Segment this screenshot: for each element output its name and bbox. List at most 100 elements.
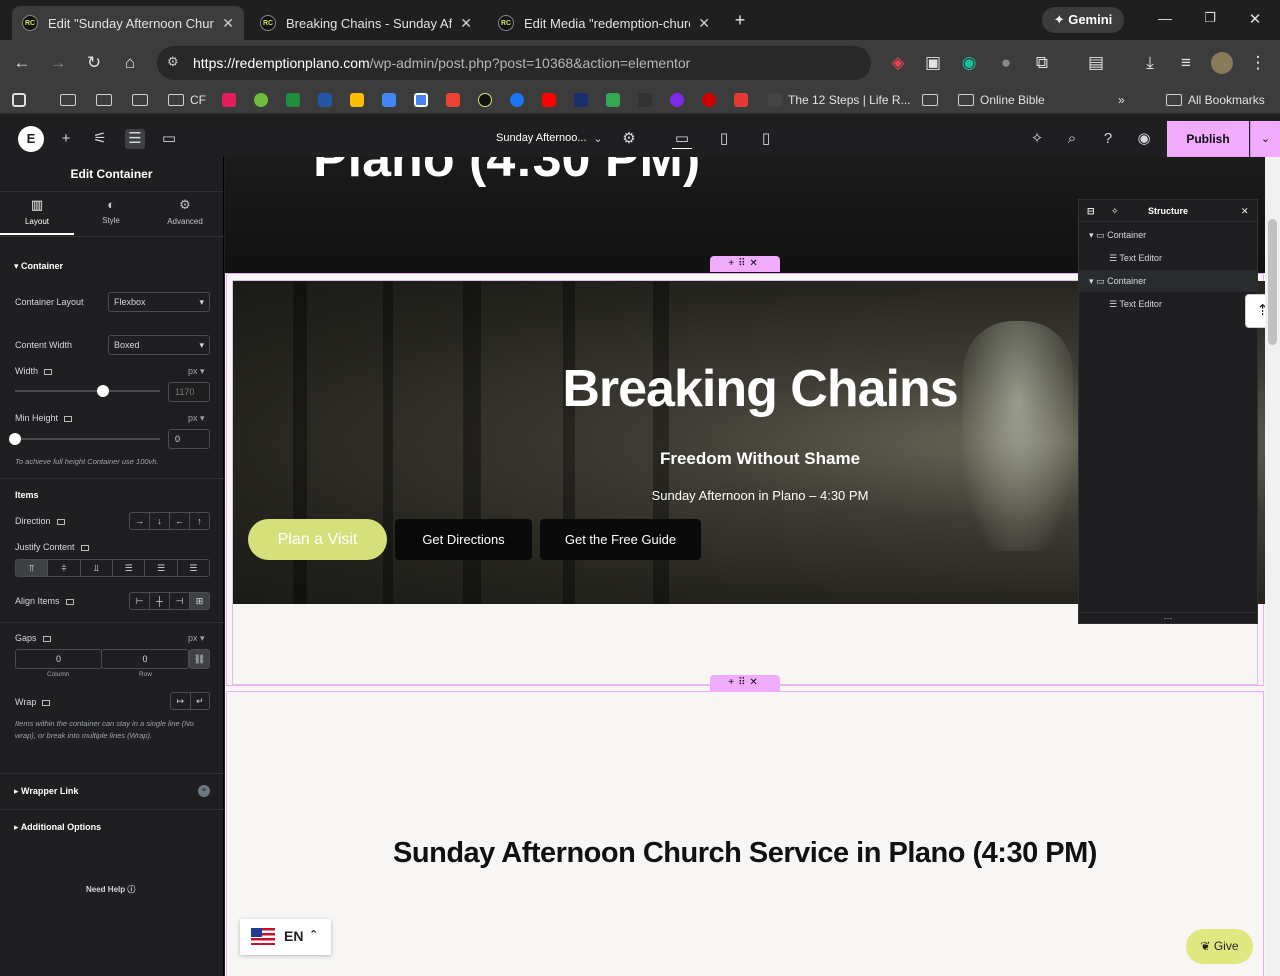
tab-breaking-chains[interactable]: RC Breaking Chains - Sunday Aftern ✕ [250, 6, 482, 40]
wrap-icon[interactable]: ↵ [191, 693, 210, 709]
structure-item-container[interactable]: ▾ ▭ Container [1079, 270, 1257, 292]
canvas-scrollbar[interactable] [1265, 157, 1280, 976]
structure-item-container[interactable]: ▾ ▭ Container [1079, 224, 1257, 246]
tablet-view-icon[interactable]: ▯ [714, 129, 734, 149]
wrap-buttons[interactable]: ↦ ↵ [170, 692, 210, 710]
section-wrapper-link[interactable]: ▸ Wrapper Link ≡ [0, 773, 224, 809]
bookmark-calendar[interactable] [414, 92, 428, 108]
bookmark-youtube[interactable] [542, 92, 556, 108]
delete-icon[interactable]: ✕ [749, 258, 761, 269]
width-slider-track[interactable] [15, 390, 160, 392]
preview-eye-icon[interactable]: ◉ [1134, 129, 1154, 149]
extension-r-icon[interactable]: ▣ [922, 52, 944, 74]
more-bookmarks-icon[interactable]: » [1118, 92, 1125, 108]
gap-row-input[interactable]: 0 [101, 649, 189, 669]
media-controls-icon[interactable]: ≡ [1175, 52, 1197, 74]
tab-advanced[interactable]: ⚙ Advanced [148, 197, 222, 235]
bookmark-slack[interactable] [222, 92, 236, 108]
justify-content-buttons[interactable]: ⫪ ⫩ ⫫ ☰ ☰ ☰ [15, 559, 210, 577]
scrollbar-thumb[interactable] [1268, 219, 1277, 345]
minimize-button[interactable]: — [1155, 10, 1175, 30]
chevron-down-icon[interactable]: ⌄ [588, 129, 608, 149]
bookmark-folder[interactable] [60, 92, 76, 108]
bookmark-folder-cf[interactable]: CF [168, 92, 206, 108]
section-additional-options[interactable]: ▸ Additional Options [0, 809, 224, 845]
gemini-button[interactable]: ✦ Gemini [1042, 7, 1124, 33]
section-container-toggle[interactable]: ▾ Container [14, 261, 63, 272]
min-height-slider-track[interactable] [15, 438, 160, 440]
pocket-icon[interactable]: ◈ [887, 52, 909, 74]
min-height-slider-handle[interactable] [9, 433, 21, 445]
ai-sparkle-icon[interactable]: ✧ [1027, 129, 1047, 149]
bookmark-keep[interactable] [350, 92, 364, 108]
bookmark-sheets[interactable] [286, 92, 300, 108]
link-gaps-icon[interactable]: ⛓ [189, 649, 210, 669]
close-icon[interactable]: ✕ [698, 15, 710, 32]
structure-item-text-editor[interactable]: ☰ Text Editor [1079, 247, 1257, 269]
new-tab-button[interactable]: + [730, 10, 750, 30]
drag-icon[interactable]: ⠿ [738, 677, 749, 688]
tab-edit-media[interactable]: RC Edit Media "redemption-church ✕ [488, 6, 720, 40]
apps-icon[interactable] [12, 92, 26, 108]
width-slider-handle[interactable] [97, 385, 109, 397]
notes-icon[interactable]: ▭ [159, 129, 179, 149]
publish-button[interactable]: Publish [1167, 121, 1249, 157]
align-items-buttons[interactable]: ⊢ ┼ ⊣ ⊞ [129, 592, 210, 610]
arrow-down-icon[interactable]: ↓ [150, 513, 170, 529]
structure-item-text-editor[interactable]: ☰ Text Editor [1079, 293, 1257, 315]
page-name[interactable]: Sunday Afternoo... [496, 132, 587, 144]
container-handle[interactable]: +⠿✕ [710, 675, 780, 691]
forward-icon[interactable]: → [47, 52, 69, 74]
bookmark-gmail[interactable] [446, 92, 460, 108]
address-bar[interactable]: ⚙ https://redemptionplano.com/wp-admin/p… [157, 46, 871, 80]
extensions-icon[interactable]: ⧉ [1031, 52, 1053, 74]
bookmark-online-bible[interactable]: Online Bible [958, 92, 1045, 108]
mobile-view-icon[interactable]: ▯ [756, 129, 776, 149]
give-button[interactable]: ❦ Give [1186, 929, 1253, 964]
close-icon[interactable]: ✕ [1241, 200, 1249, 222]
close-window-button[interactable]: ✕ [1245, 10, 1265, 30]
container-layout-select[interactable]: Flexbox [108, 292, 210, 312]
gaps-unit-select[interactable]: px ▾ [188, 633, 205, 644]
align-center-icon[interactable]: ┼ [150, 593, 170, 609]
justify-center-icon[interactable]: ⫩ [48, 560, 81, 576]
add-element-icon[interactable]: + [56, 129, 76, 149]
bookmark-red[interactable] [702, 92, 716, 108]
get-directions-button[interactable]: Get Directions [395, 519, 532, 560]
min-height-unit-select[interactable]: px ▾ [188, 413, 205, 424]
publish-options-chevron-icon[interactable]: ⌄ [1250, 121, 1280, 157]
help-icon[interactable]: ? [1098, 129, 1118, 149]
site-settings-icon[interactable]: ⚟ [90, 129, 110, 149]
width-unit-select[interactable]: px ▾ [188, 366, 205, 377]
bookmark-folder[interactable] [96, 92, 112, 108]
finder-search-icon[interactable]: ⌕ [1062, 129, 1082, 149]
bookmark-folder[interactable] [922, 92, 938, 108]
close-icon[interactable]: ✕ [460, 15, 472, 32]
min-height-input[interactable]: 0 [168, 429, 210, 449]
drag-icon[interactable]: ⠿ [738, 258, 749, 269]
direction-buttons[interactable]: → ↓ ← ↑ [129, 512, 210, 530]
bookmark-gloo[interactable] [254, 92, 268, 108]
site-info-icon[interactable]: ⚙ [167, 54, 179, 70]
delete-icon[interactable]: ✕ [749, 677, 761, 688]
ai-sparkle-icon[interactable]: ✧ [1111, 200, 1119, 222]
plan-visit-button[interactable]: Plan a Visit [248, 519, 387, 560]
align-start-icon[interactable]: ⊢ [130, 593, 150, 609]
bookmark-church[interactable] [318, 92, 332, 108]
justify-space-between-icon[interactable]: ☰ [113, 560, 146, 576]
grammarly-icon[interactable]: ◉ [958, 52, 980, 74]
restore-button[interactable]: ❐ [1200, 10, 1220, 30]
arrow-up-icon[interactable]: ↑ [190, 513, 209, 529]
bookmark-12-steps[interactable]: The 12 Steps | Life R... [768, 92, 911, 108]
collapse-all-icon[interactable]: ⊟ [1087, 200, 1095, 222]
profile-avatar[interactable] [1211, 52, 1233, 74]
bookmark-ul[interactable] [574, 92, 588, 108]
bookmark-canva[interactable] [670, 92, 684, 108]
language-switcher[interactable]: EN ⌃ [240, 919, 331, 955]
arrow-right-icon[interactable]: → [130, 513, 150, 529]
justify-end-icon[interactable]: ⫫ [81, 560, 113, 576]
arrow-left-icon[interactable]: ← [170, 513, 190, 529]
tab-style[interactable]: ◐ Style [74, 197, 148, 235]
justify-space-around-icon[interactable]: ☰ [145, 560, 178, 576]
bookmark-rc[interactable] [478, 92, 492, 108]
